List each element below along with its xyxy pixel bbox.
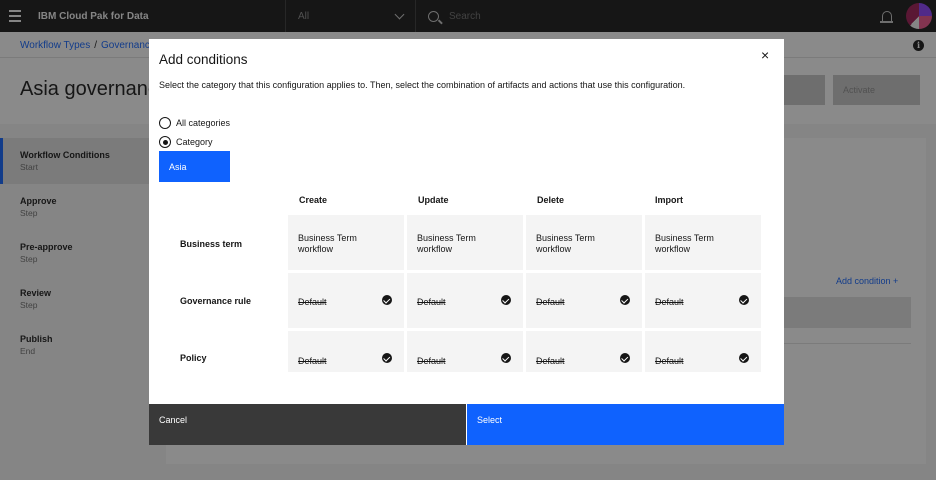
column-header-delete: Delete xyxy=(537,195,565,205)
condition-cell[interactable]: Default xyxy=(526,331,642,372)
checkmark-icon xyxy=(382,295,392,305)
condition-cell[interactable]: Business Term workflow xyxy=(288,215,404,270)
workflow-name: Default xyxy=(417,356,446,366)
condition-cell[interactable]: Business Term workflow xyxy=(645,215,761,270)
condition-cell[interactable]: Default xyxy=(288,331,404,372)
cancel-button[interactable]: Cancel xyxy=(149,404,466,445)
workflow-name: Default xyxy=(298,297,327,307)
row-label-governance-rule: Governance rule xyxy=(180,296,252,306)
checkmark-icon xyxy=(739,295,749,305)
row-label-policy: Policy xyxy=(180,353,207,363)
radio-label: All categories xyxy=(176,118,231,128)
checkmark-icon xyxy=(382,353,392,363)
workflow-name: Default xyxy=(655,356,684,366)
condition-cell[interactable]: Default xyxy=(407,273,523,328)
condition-cell[interactable]: Default xyxy=(645,273,761,328)
workflow-name: Business Term workflow xyxy=(536,233,595,254)
workflow-name: Business Term workflow xyxy=(298,233,357,254)
condition-cell[interactable]: Business Term workflow xyxy=(526,215,642,270)
modal-title: Add conditions xyxy=(159,52,248,67)
condition-cell[interactable]: Default xyxy=(645,331,761,372)
workflow-name: Business Term workflow xyxy=(417,233,476,254)
checkmark-icon xyxy=(620,295,630,305)
condition-cell[interactable]: Default xyxy=(288,273,404,328)
workflow-name: Default xyxy=(655,297,684,307)
condition-cell[interactable]: Default xyxy=(407,331,523,372)
column-header-update: Update xyxy=(418,195,449,205)
workflow-name: Default xyxy=(417,297,446,307)
radio-checked-icon xyxy=(159,136,171,148)
modal-footer: Cancel Select xyxy=(149,404,784,445)
add-conditions-modal: Add conditions × Select the category tha… xyxy=(149,39,784,445)
checkmark-icon xyxy=(501,353,511,363)
checkmark-icon xyxy=(739,353,749,363)
workflow-name: Default xyxy=(298,356,327,366)
radio-label: Category xyxy=(176,137,213,147)
radio-all-categories[interactable]: All categories xyxy=(159,117,230,129)
checkmark-icon xyxy=(501,295,511,305)
workflow-name: Default xyxy=(536,297,565,307)
modal-description: Select the category that this configurat… xyxy=(159,80,686,90)
checkmark-icon xyxy=(620,353,630,363)
workflow-name: Default xyxy=(536,356,565,366)
workflow-name: Business Term workflow xyxy=(655,233,714,254)
condition-cell[interactable]: Default xyxy=(526,273,642,328)
row-label-business-term: Business term xyxy=(180,239,243,249)
close-icon[interactable]: × xyxy=(761,48,769,62)
column-header-create: Create xyxy=(299,195,328,205)
column-header-import: Import xyxy=(655,195,683,205)
select-button[interactable]: Select xyxy=(466,404,784,445)
radio-unchecked-icon xyxy=(159,117,171,129)
radio-category[interactable]: Category xyxy=(159,136,213,148)
category-tag-asia[interactable]: Asia xyxy=(159,151,230,182)
condition-cell[interactable]: Business Term workflow xyxy=(407,215,523,270)
